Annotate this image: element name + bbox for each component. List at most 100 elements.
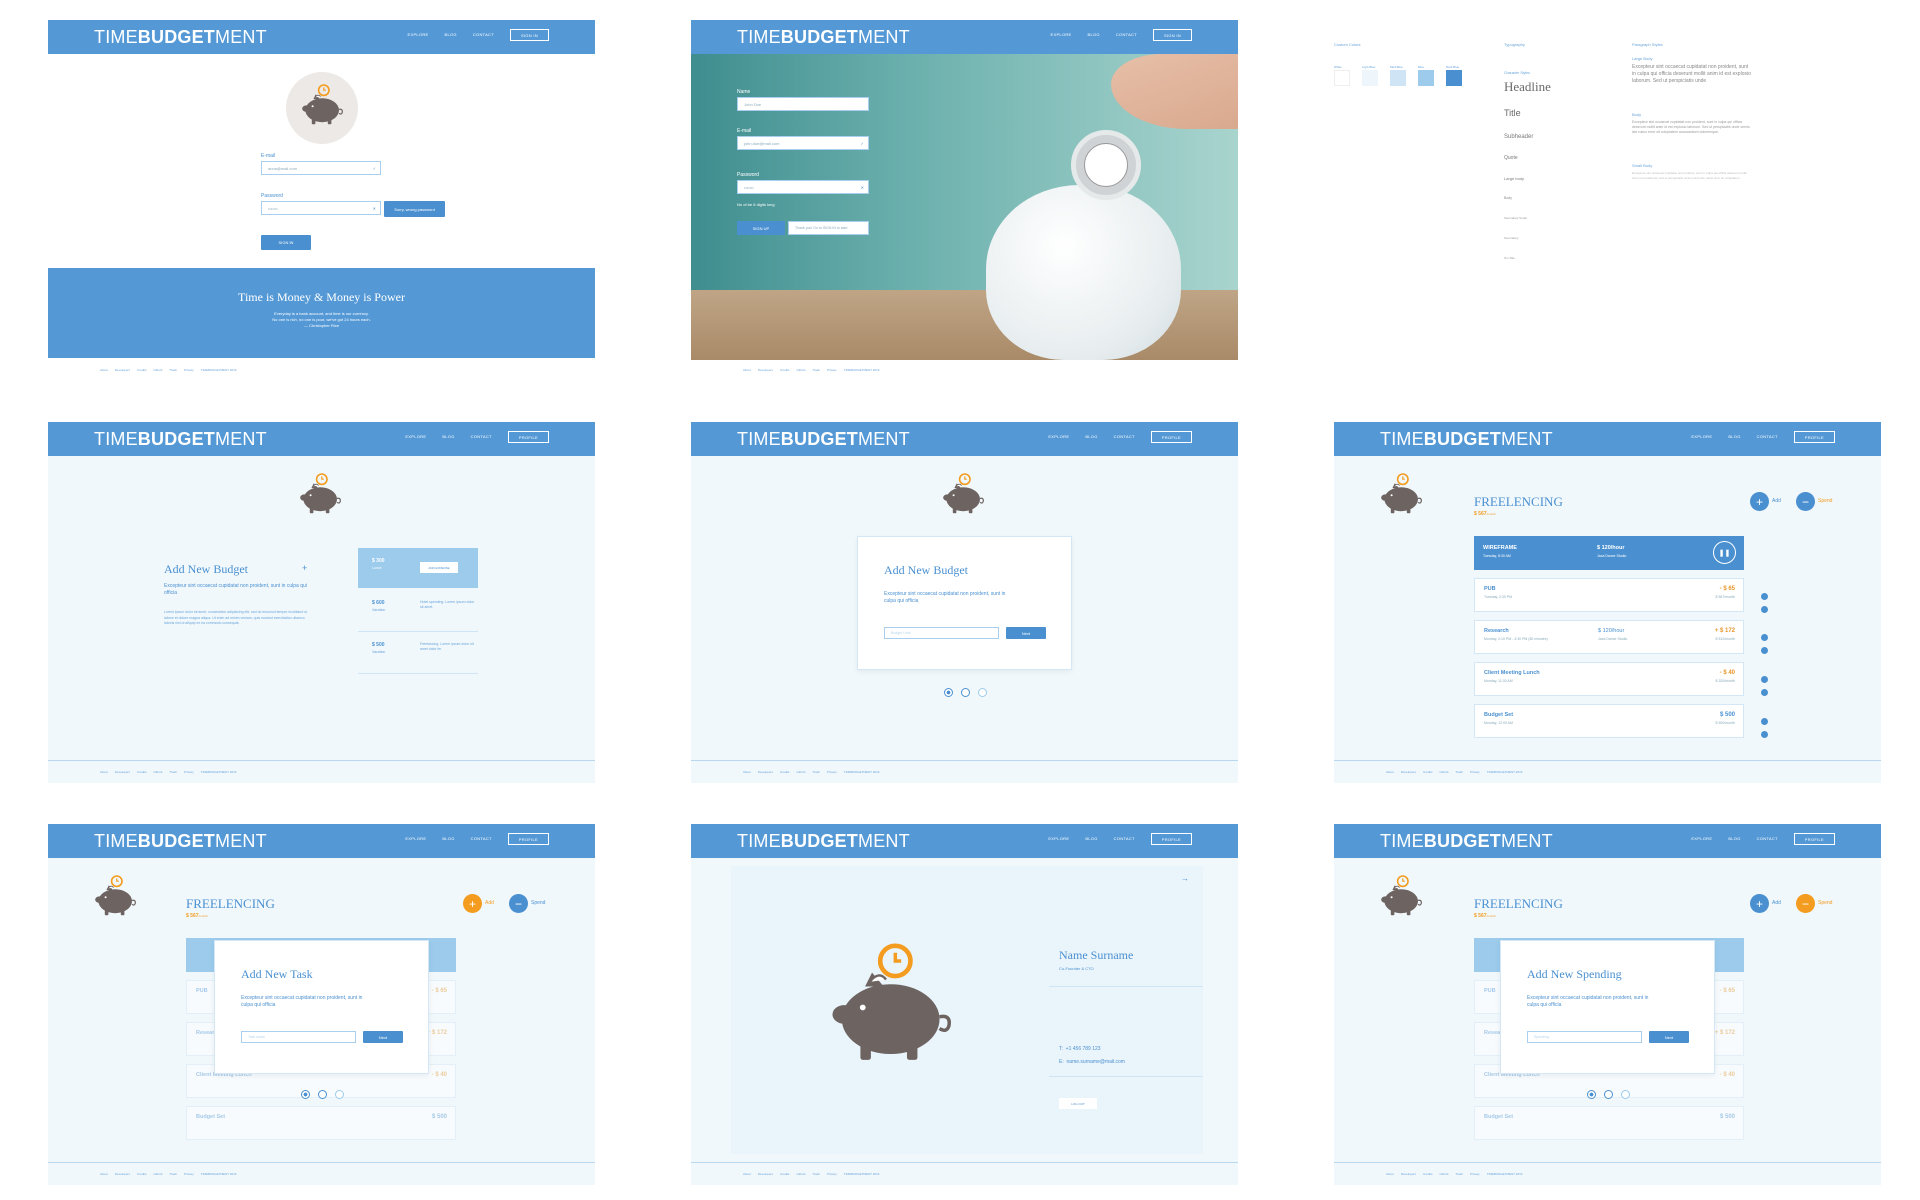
spending-input[interactable]: Spending [1527,1031,1642,1043]
footer-link[interactable]: Privacy [184,770,194,774]
footer-link[interactable]: About [100,368,108,372]
nav-explore[interactable]: EXPLORE [408,32,429,41]
footer-link[interactable]: About [100,770,108,774]
footer-link[interactable]: About [1386,1172,1394,1176]
logo[interactable]: TIMEBUDGETMENT [1380,429,1553,450]
footer-link[interactable]: Github [797,368,806,372]
nav-signin-button[interactable]: SIGN IN [510,29,549,41]
footer-link[interactable]: Privacy [827,368,837,372]
name-field[interactable]: John Doe [737,97,869,111]
footer-link[interactable]: Trash [169,368,177,372]
step-dot[interactable] [961,688,970,697]
nav-contact[interactable]: CONTACT [1757,836,1778,845]
step-dot[interactable] [978,688,987,697]
nav-contact[interactable]: CONTACT [1757,434,1778,443]
nav-blog[interactable]: BLOG [442,836,454,845]
footer-link[interactable]: Credits [780,368,790,372]
nav-contact[interactable]: CONTACT [471,434,492,443]
step-dot[interactable] [318,1090,327,1099]
footer-link[interactable]: About [743,368,751,372]
nav-explore[interactable]: EXPLORE [1048,836,1069,845]
timeline-dot[interactable] [1761,634,1768,641]
footer-link[interactable]: Trash [1455,1172,1463,1176]
footer-link[interactable]: Privacy [1470,770,1480,774]
logo[interactable]: TIMEBUDGETMENT [737,831,910,852]
next-button[interactable]: Next [1006,627,1046,639]
footer-link[interactable]: About [100,1172,108,1176]
nav-contact[interactable]: CONTACT [1114,836,1135,845]
step-dot[interactable] [1604,1090,1613,1099]
footer-link[interactable]: About [743,1172,751,1176]
add-button[interactable]: + [1750,492,1769,511]
budget-limit-input[interactable]: Budget Limit [884,627,999,639]
nav-profile-button[interactable]: PROFILE [1793,431,1835,443]
password-field[interactable]: ••••••• ✕ [261,201,381,215]
budget-item[interactable]: $ 600 Vacation Hotel spending. Lorem ips… [358,594,478,632]
footer-link[interactable]: Trash [812,770,820,774]
logo[interactable]: TIMEBUDGETMENT [1380,831,1553,852]
transaction-row[interactable]: Research Monday, 2:10 PM - 3:30 PM (80 mi… [1474,620,1744,654]
close-icon[interactable]: ✕ [861,185,864,190]
footer-link[interactable]: Developers [115,368,130,372]
nav-contact[interactable]: CONTACT [471,836,492,845]
logo[interactable]: TIMEBUDGETMENT [94,429,267,450]
footer-link[interactable]: Developers [758,770,773,774]
step-dot[interactable] [1587,1090,1596,1099]
nav-blog[interactable]: BLOG [445,32,457,41]
logout-button[interactable]: LOG OUT [1059,1098,1097,1109]
nav-explore[interactable]: EXPLORE [1691,434,1712,443]
spend-button[interactable]: − [509,894,528,913]
logo[interactable]: TIMEBUDGETMENT [737,27,910,48]
nav-profile-button[interactable]: PROFILE [1793,833,1835,845]
nav-blog[interactable]: BLOG [1085,836,1097,845]
add-button[interactable]: + [1750,894,1769,913]
nav-explore[interactable]: EXPLORE [405,434,426,443]
nav-explore[interactable]: EXPLORE [1051,32,1072,41]
nav-explore[interactable]: EXPLORE [405,836,426,845]
nav-contact[interactable]: CONTACT [1116,32,1137,41]
footer-link[interactable]: Privacy [827,770,837,774]
timeline-dot[interactable] [1761,718,1768,725]
footer-link[interactable]: Credits [1423,1172,1433,1176]
logo[interactable]: TIMEBUDGETMENT [94,831,267,852]
nav-blog[interactable]: BLOG [1728,434,1740,443]
timeline-dot[interactable] [1761,647,1768,654]
close-icon[interactable]: ✕ [373,206,376,211]
transaction-row[interactable]: PUB Tuesday, 2:30 PM - $ 65 $ 567/month [1474,578,1744,612]
nav-profile-button[interactable]: PROFILE [507,431,549,443]
timeline-dot[interactable] [1761,731,1768,738]
add-icon[interactable]: + [302,563,307,573]
nav-contact[interactable]: CONTACT [473,32,494,41]
nav-signin-button[interactable]: SIGN IN [1153,29,1192,41]
pause-icon[interactable]: ❚❚ [1713,541,1736,564]
footer-link[interactable]: Credits [780,1172,790,1176]
timeline-dot[interactable] [1761,689,1768,696]
footer-link[interactable]: Developers [115,770,130,774]
footer-link[interactable]: Developers [115,1172,130,1176]
budget-item-active[interactable]: $ 300 Lunch ADD EXPENSE [358,548,478,588]
next-button[interactable]: Next [1649,1031,1689,1043]
nav-contact[interactable]: CONTACT [1114,434,1135,443]
footer-link[interactable]: Github [1440,770,1449,774]
step-dot[interactable] [335,1090,344,1099]
spend-button[interactable]: − [1796,894,1815,913]
footer-link[interactable]: Trash [169,1172,177,1176]
nav-explore[interactable]: EXPLORE [1691,836,1712,845]
timeline-dot[interactable] [1761,593,1768,600]
footer-link[interactable]: Privacy [827,1172,837,1176]
nav-profile-button[interactable]: PROFILE [1150,431,1192,443]
nav-blog[interactable]: BLOG [1085,434,1097,443]
nav-profile-button[interactable]: PROFILE [507,833,549,845]
footer-link[interactable]: Github [797,770,806,774]
nav-blog[interactable]: BLOG [1088,32,1100,41]
transaction-row[interactable]: Budget Set Monday, 12:00 AM $ 500 $ 500/mon… [1474,704,1744,738]
footer-link[interactable]: Developers [1401,770,1416,774]
logo[interactable]: TIMEBUDGETMENT [94,27,267,48]
footer-link[interactable]: Trash [1455,770,1463,774]
footer-link[interactable]: Trash [812,368,820,372]
nav-blog[interactable]: BLOG [1728,836,1740,845]
transaction-row[interactable]: Client Meeting Lunch Monday, 11:30 AM - $ … [1474,662,1744,696]
footer-link[interactable]: Trash [169,770,177,774]
footer-link[interactable]: Developers [758,368,773,372]
email-field[interactable]: john.doe@mail.com ✓ [737,136,869,150]
